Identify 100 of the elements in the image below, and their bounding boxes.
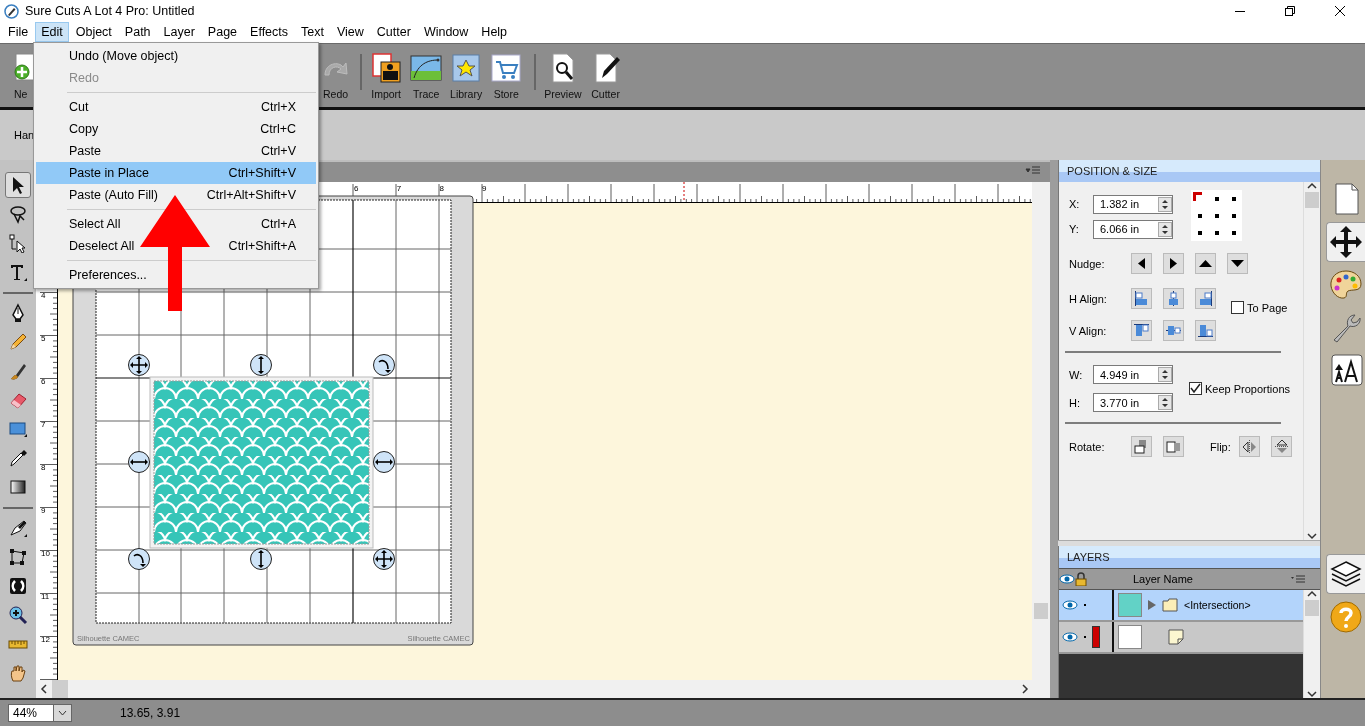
flip-horizontal-button[interactable] (1238, 436, 1260, 458)
knife-icon (8, 518, 28, 539)
layer-row[interactable] (1059, 622, 1303, 655)
menu-item[interactable]: Text (295, 22, 330, 43)
ruler-number: 11 (41, 592, 50, 602)
align-button[interactable] (1131, 288, 1152, 310)
ruler-number: 8 (439, 184, 444, 194)
dropdown-button[interactable] (54, 704, 72, 723)
shortcut-label: Ctrl+C (260, 122, 296, 136)
menu-item[interactable]: Paste (Auto Fill) Ctrl+Alt+Shift+V (36, 184, 316, 206)
text-tool-icon (8, 262, 28, 283)
menu-item[interactable]: Page (201, 22, 244, 43)
layer-row[interactable]: <Intersection> (1059, 590, 1303, 623)
spin-buttons[interactable] (1158, 196, 1172, 212)
field-label: Y: (1069, 223, 1080, 236)
rotate-left-button[interactable] (1163, 436, 1184, 458)
align-icon (1134, 291, 1149, 307)
menu-item[interactable]: Layer (157, 22, 201, 43)
resize-handle[interactable] (373, 451, 395, 474)
flip-vertical-button[interactable] (1270, 436, 1292, 458)
resize-handle[interactable] (250, 548, 272, 571)
vertical-scrollbar[interactable] (1303, 590, 1320, 699)
field-label: X: (1069, 198, 1081, 211)
nudge-up-button[interactable] (1195, 253, 1216, 275)
section-header: LAYERS (1059, 546, 1320, 569)
restore-icon (1285, 6, 1295, 16)
rotate-right-button[interactable] (1131, 436, 1152, 458)
toolbar-button[interactable]: Trace (410, 43, 443, 100)
menu-item[interactable]: Paste in Place Ctrl+Shift+V (36, 162, 316, 184)
pencil-icon (8, 332, 28, 353)
toolbar-button[interactable]: Cutter (589, 43, 622, 100)
checkbox[interactable] (1189, 382, 1202, 396)
panel-tab[interactable] (1326, 222, 1365, 263)
zoom-field[interactable]: 44% (8, 704, 54, 723)
menu-item[interactable]: Undo (Move object) (36, 45, 316, 67)
eyedropper-icon (8, 448, 28, 469)
panel-tab[interactable] (1326, 554, 1365, 595)
nudge-right-button[interactable] (1163, 253, 1184, 275)
menu-item[interactable]: Window (417, 22, 475, 43)
menu-item[interactable]: Copy Ctrl+C (36, 118, 316, 140)
eye-icon[interactable] (1062, 599, 1078, 612)
menu-item[interactable]: Edit (35, 22, 69, 43)
number-field[interactable]: 1.382 in (1093, 194, 1173, 214)
menu-item[interactable]: Path (118, 22, 157, 43)
rotate-handle[interactable] (373, 354, 395, 377)
checkmark-icon (1190, 383, 1201, 395)
spin-buttons[interactable] (1158, 367, 1172, 383)
nudge-down-button[interactable] (1227, 253, 1248, 275)
rotate-handle[interactable] (128, 548, 150, 571)
move-handle[interactable] (128, 354, 150, 377)
flip-vertical-icon (1273, 439, 1289, 455)
panel-menu-icon[interactable] (1025, 166, 1041, 174)
checkbox-label: Keep Proportions (1205, 382, 1290, 395)
scroll-thumb[interactable] (1305, 600, 1319, 617)
number-field[interactable]: 4.949 in (1093, 365, 1173, 385)
menu-item[interactable]: Cut Ctrl+X (36, 96, 316, 118)
nudge-left-button[interactable] (1131, 253, 1152, 275)
align-button[interactable] (1195, 288, 1216, 310)
tool-button[interactable] (5, 172, 31, 199)
checkbox-label: To Page (1247, 301, 1288, 314)
menu-item[interactable]: Select All Ctrl+A (36, 213, 316, 235)
scroll-thumb[interactable] (1305, 192, 1319, 209)
toolbar-button[interactable]: Ne (14, 43, 33, 100)
align-icon (1134, 323, 1149, 339)
resize-handle[interactable] (250, 354, 272, 377)
menu-item[interactable]: Help (475, 22, 514, 43)
field-label: W: (1069, 368, 1084, 381)
window-title: Sure Cuts A Lot 4 Pro: Untitled (25, 4, 195, 18)
toolbar-button[interactable]: Import (370, 43, 403, 100)
menu-item[interactable]: Preferences... (36, 264, 316, 286)
field-label: Flip: (1210, 440, 1231, 453)
menu-item[interactable]: Cutter (370, 22, 417, 43)
spin-buttons[interactable] (1158, 221, 1172, 237)
vertical-scrollbar[interactable] (1032, 182, 1050, 681)
menu-item[interactable]: File (2, 22, 35, 43)
spin-buttons[interactable] (1158, 395, 1172, 411)
horizontal-scrollbar[interactable] (36, 680, 1050, 699)
vertical-scrollbar[interactable] (1303, 182, 1320, 541)
menu-item[interactable]: Object (69, 22, 118, 43)
expand-arrow-icon[interactable] (1148, 600, 1156, 611)
toolbar-button[interactable]: Store (490, 43, 523, 100)
menu-item[interactable]: Effects (244, 22, 295, 43)
align-button[interactable] (1131, 320, 1152, 342)
align-button[interactable] (1195, 320, 1216, 342)
menu-item[interactable]: View (330, 22, 370, 43)
text-size-icon (1328, 351, 1364, 388)
field-label: Rotate: (1069, 440, 1106, 453)
reference-point-grid[interactable] (1191, 190, 1242, 242)
resize-handle[interactable] (128, 451, 150, 474)
move-handle[interactable] (373, 548, 395, 571)
number-field[interactable]: 6.066 in (1093, 219, 1173, 239)
menu-item[interactable]: Deselect All Ctrl+Shift+A (36, 235, 316, 257)
eye-icon[interactable] (1062, 631, 1078, 644)
toolbar-button[interactable]: Preview (544, 43, 582, 100)
toolbar-button[interactable]: Library (450, 43, 483, 100)
pen-icon (4, 3, 19, 19)
menu-item[interactable]: Paste Ctrl+V (36, 140, 316, 162)
menu-item-label: Cut (69, 100, 89, 114)
checkbox[interactable] (1231, 301, 1244, 315)
number-field[interactable]: 3.770 in (1093, 393, 1173, 413)
